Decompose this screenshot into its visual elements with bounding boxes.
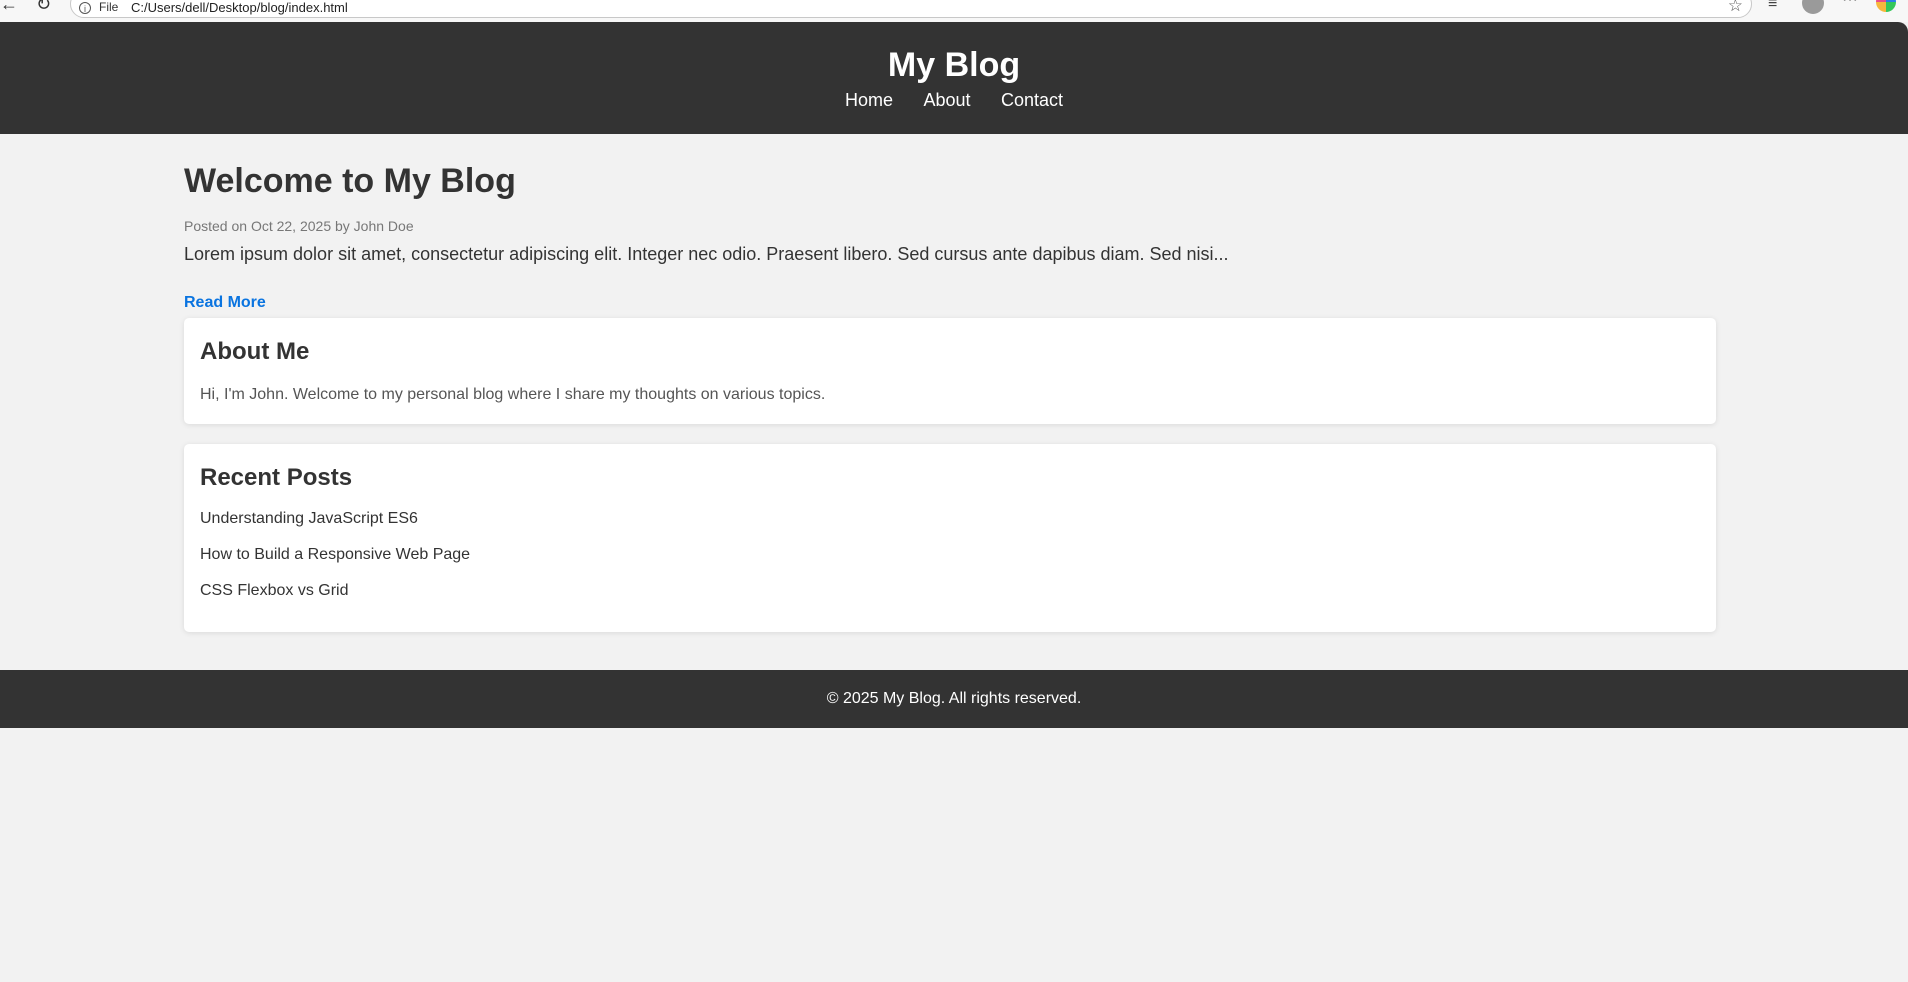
about-heading: About Me (200, 338, 310, 365)
nav-about[interactable]: About (923, 90, 970, 110)
list-item: How to Build a Responsive Web Page (200, 546, 470, 582)
list-item: Understanding JavaScript ES6 (200, 510, 470, 546)
profile-icon[interactable] (1802, 0, 1824, 14)
recent-posts-heading: Recent Posts (200, 464, 353, 491)
nav-contact[interactable]: Contact (1001, 90, 1063, 110)
recent-post-link[interactable]: Understanding JavaScript ES6 (200, 510, 418, 527)
info-icon[interactable]: i (79, 2, 91, 14)
recent-posts-card: Recent Posts Understanding JavaScript ES… (184, 444, 1716, 632)
address-bar[interactable]: i File C:/Users/dell/Desktop/blog/index.… (70, 0, 1752, 18)
about-text: Hi, I'm John. Welcome to my personal blo… (200, 386, 826, 403)
star-icon[interactable]: ☆ (1728, 0, 1743, 16)
file-label: File (99, 0, 119, 14)
browser-toolbar: ← ↻ i File C:/Users/dell/Desktop/blog/in… (0, 0, 1908, 22)
post-title: Welcome to My Blog (184, 162, 516, 200)
reload-icon[interactable]: ↻ (36, 0, 51, 13)
post-meta: Posted on Oct 22, 2025 by John Doe (184, 218, 414, 234)
reading-list-icon[interactable]: ≡ (1768, 0, 1777, 13)
recent-post-link[interactable]: CSS Flexbox vs Grid (200, 582, 348, 599)
site-header: My Blog Home About Contact (0, 22, 1908, 134)
site-nav: Home About Contact (0, 90, 1908, 111)
more-icon[interactable]: ··· (1842, 0, 1858, 9)
list-item: CSS Flexbox vs Grid (200, 582, 470, 618)
read-more-link[interactable]: Read More (184, 294, 266, 312)
copilot-icon[interactable] (1876, 0, 1896, 12)
footer-text: © 2025 My Blog. All rights reserved. (826, 690, 1082, 707)
url-text[interactable]: C:/Users/dell/Desktop/blog/index.html (131, 0, 348, 15)
back-arrow-icon[interactable]: ← (0, 0, 18, 13)
about-card: About Me Hi, I'm John. Welcome to my per… (184, 318, 1716, 424)
recent-post-link[interactable]: How to Build a Responsive Web Page (200, 546, 470, 563)
page: My Blog Home About Contact Welcome to My… (0, 22, 1908, 982)
nav-home[interactable]: Home (845, 90, 893, 110)
site-footer: © 2025 My Blog. All rights reserved. (0, 670, 1908, 728)
post-excerpt: Lorem ipsum dolor sit amet, consectetur … (184, 244, 1229, 264)
recent-posts-list: Understanding JavaScript ES6 How to Buil… (200, 510, 470, 618)
site-title: My Blog (887, 46, 1021, 84)
